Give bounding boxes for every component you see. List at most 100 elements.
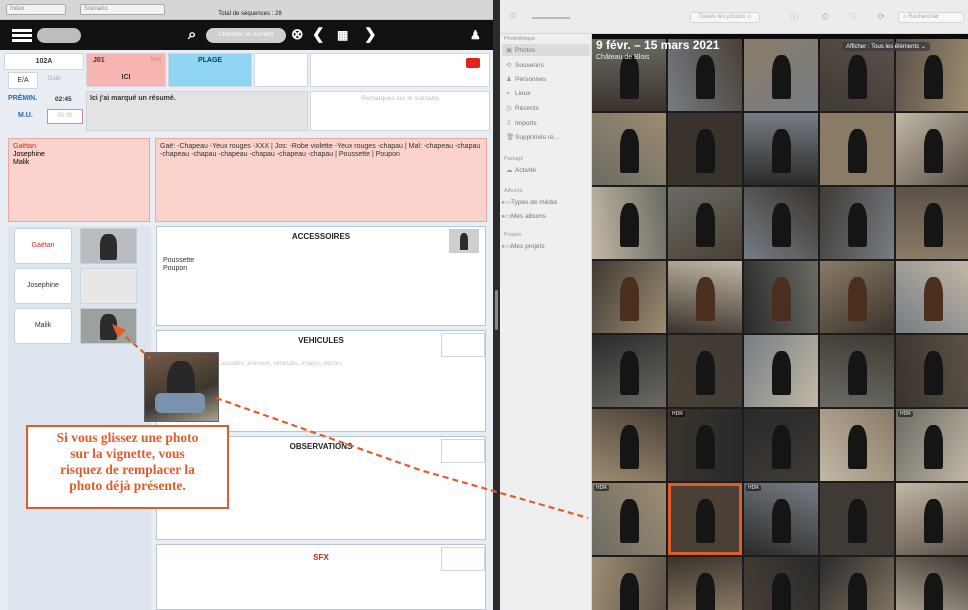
photo-thumbnail[interactable] xyxy=(896,335,968,407)
favorite-icon[interactable]: ♡ xyxy=(850,12,857,23)
sfx-box[interactable]: SFX xyxy=(156,544,486,610)
vehicules-title: VEHICULES xyxy=(298,336,344,345)
sidebar-item-imports[interactable]: ⇩ Imports xyxy=(506,119,537,127)
mode-toggle[interactable] xyxy=(37,28,81,43)
user-icon[interactable]: ♟ xyxy=(470,27,481,43)
photo-thumbnail[interactable] xyxy=(592,557,666,610)
dragged-photo[interactable] xyxy=(144,352,219,422)
share-icon[interactable]: ⎙ xyxy=(822,12,828,23)
sfx-photo[interactable] xyxy=(441,547,485,571)
sidebar-item-mes-projets[interactable]: ▸▭Mes projets xyxy=(502,242,545,250)
photo-thumbnail[interactable] xyxy=(592,113,666,185)
sidebar-item-label: Souvenirs xyxy=(515,61,544,69)
photo-thumbnail[interactable] xyxy=(820,409,894,481)
photo-thumbnail[interactable] xyxy=(896,261,968,333)
search-field[interactable]: ⌕ Rechercher xyxy=(898,12,964,23)
resume-field[interactable]: Ici j'ai marqué un résumé. xyxy=(86,91,308,131)
ea-button[interactable]: E/A xyxy=(8,72,38,89)
calendar-icon[interactable]: ▦ xyxy=(337,27,348,43)
photo-thumbnail[interactable] xyxy=(668,187,742,259)
photo-thumbnail[interactable] xyxy=(668,113,742,185)
sequence-number-cell[interactable]: 102A xyxy=(4,53,84,70)
plage-cell[interactable]: PLAGE xyxy=(168,53,252,87)
photo-thumbnail[interactable] xyxy=(744,409,818,481)
dragged-photo-jacket xyxy=(155,393,205,413)
photo-thumbnail[interactable]: HDR xyxy=(668,409,742,481)
photo-thumbnail[interactable]: HDR xyxy=(744,483,818,555)
sidebar-item-types-media[interactable]: ▸▭Types de média xyxy=(502,198,557,206)
split-divider[interactable] xyxy=(493,0,500,610)
menu-icon[interactable] xyxy=(12,29,32,32)
photo-subject xyxy=(848,424,868,470)
sidebar-toggle-icon[interactable]: ◫ xyxy=(510,12,516,23)
index-field[interactable]: Index xyxy=(6,4,66,15)
sidebar-item-recents[interactable]: ◷ Récents xyxy=(506,104,539,112)
zoom-slider[interactable] xyxy=(532,17,570,19)
photo-thumbnail[interactable] xyxy=(896,113,968,185)
scenario-field[interactable]: Scénario xyxy=(80,4,165,15)
character-button-josephine[interactable]: Josephine xyxy=(14,268,72,304)
show-items-dropdown[interactable]: Afficher : Tous les éléments ⌄ xyxy=(842,42,930,51)
previous-icon[interactable]: ❮ xyxy=(312,27,325,43)
photo-thumbnail[interactable] xyxy=(744,335,818,407)
remarks-field[interactable]: Remarques sur le scénario xyxy=(310,91,490,131)
empty-wide-cell[interactable] xyxy=(310,53,490,87)
photo-thumbnail[interactable] xyxy=(820,187,894,259)
sidebar-item-mes-albums[interactable]: ▸▭Mes albums xyxy=(502,212,546,220)
search-icon[interactable]: ⌕ xyxy=(188,27,196,43)
accessoires-box[interactable]: ACCESSOIRES Poussette Poupon xyxy=(156,226,486,326)
accessoires-photo[interactable] xyxy=(449,229,479,253)
observations-photo[interactable] xyxy=(441,439,485,463)
photo-thumbnail[interactable] xyxy=(820,483,894,555)
sidebar-item-trash[interactable]: 🗑Supprimés ré... xyxy=(506,133,559,141)
photo-thumbnail[interactable] xyxy=(592,409,666,481)
photo-subject xyxy=(848,276,868,322)
sequence-code-cell[interactable]: J01 Nuit ICI xyxy=(86,53,166,87)
rotate-icon[interactable]: ⟳ xyxy=(878,12,885,23)
photo-thumbnail[interactable] xyxy=(744,187,818,259)
photo-thumbnail[interactable] xyxy=(668,261,742,333)
character-button-gaetan[interactable]: Gaëtan xyxy=(14,228,72,264)
next-icon[interactable]: ❯ xyxy=(364,27,377,43)
sidebar-item-memories[interactable]: ⟲ Souvenirs xyxy=(506,61,544,69)
cast-list-box[interactable]: Gaëtan Josephine Malik xyxy=(8,138,150,222)
sidebar-item-places[interactable]: ⌖ Lieux xyxy=(506,90,531,98)
photo-thumbnail[interactable] xyxy=(820,113,894,185)
character-photo-josephine[interactable] xyxy=(80,268,137,304)
photo-thumbnail[interactable] xyxy=(744,113,818,185)
photo-thumbnail[interactable] xyxy=(744,39,818,111)
photo-thumbnail[interactable] xyxy=(668,335,742,407)
mu-input[interactable]: 00:00 xyxy=(47,109,83,124)
sidebar-item-activite[interactable]: ☁ Activité xyxy=(506,166,536,174)
photo-thumbnail[interactable]: HDR xyxy=(592,483,666,555)
photo-thumbnail[interactable] xyxy=(820,335,894,407)
search-input[interactable]: Chercher un numéro xyxy=(206,28,286,43)
photo-thumbnail[interactable] xyxy=(896,483,968,555)
photo-thumbnail[interactable] xyxy=(896,557,968,610)
photo-thumbnail[interactable] xyxy=(744,557,818,610)
info-icon[interactable]: ⓘ xyxy=(790,12,798,23)
photo-thumbnail[interactable] xyxy=(592,187,666,259)
sidebar-item-people[interactable]: ♟ Personnes xyxy=(506,75,546,83)
character-photo-gaetan[interactable] xyxy=(80,228,137,264)
costumes-box[interactable]: Gaë: -Chapeau -Yeux rouges -XXX | Jos: -… xyxy=(155,138,487,222)
clear-icon[interactable]: ⊗ xyxy=(291,27,304,43)
vehicules-photo[interactable] xyxy=(441,333,485,357)
video-camera-icon[interactable] xyxy=(466,58,480,68)
photo-thumbnail-selected[interactable] xyxy=(668,483,742,555)
filter-dropdown[interactable]: Toutes les photos ◇ xyxy=(690,12,760,23)
photo-thumbnail[interactable] xyxy=(820,261,894,333)
sidebar-item-photos[interactable]: ▣ Photos xyxy=(506,46,535,54)
photo-thumbnail[interactable] xyxy=(668,557,742,610)
photo-thumbnail[interactable]: HDR xyxy=(896,409,968,481)
character-photo-malik[interactable] xyxy=(80,308,137,344)
photo-thumbnail[interactable] xyxy=(592,261,666,333)
photo-thumbnail[interactable] xyxy=(896,187,968,259)
empty-cell[interactable] xyxy=(254,53,308,87)
character-button-malik[interactable]: Malik xyxy=(14,308,72,344)
photo-thumbnail[interactable] xyxy=(744,261,818,333)
photo-thumbnail[interactable] xyxy=(820,557,894,610)
divider-grip[interactable] xyxy=(495,290,498,330)
photos-window: ◫ Toutes les photos ◇ ⓘ ⎙ ♡ ⟳ ⌕ Recherch… xyxy=(500,0,968,610)
photo-thumbnail[interactable] xyxy=(592,335,666,407)
